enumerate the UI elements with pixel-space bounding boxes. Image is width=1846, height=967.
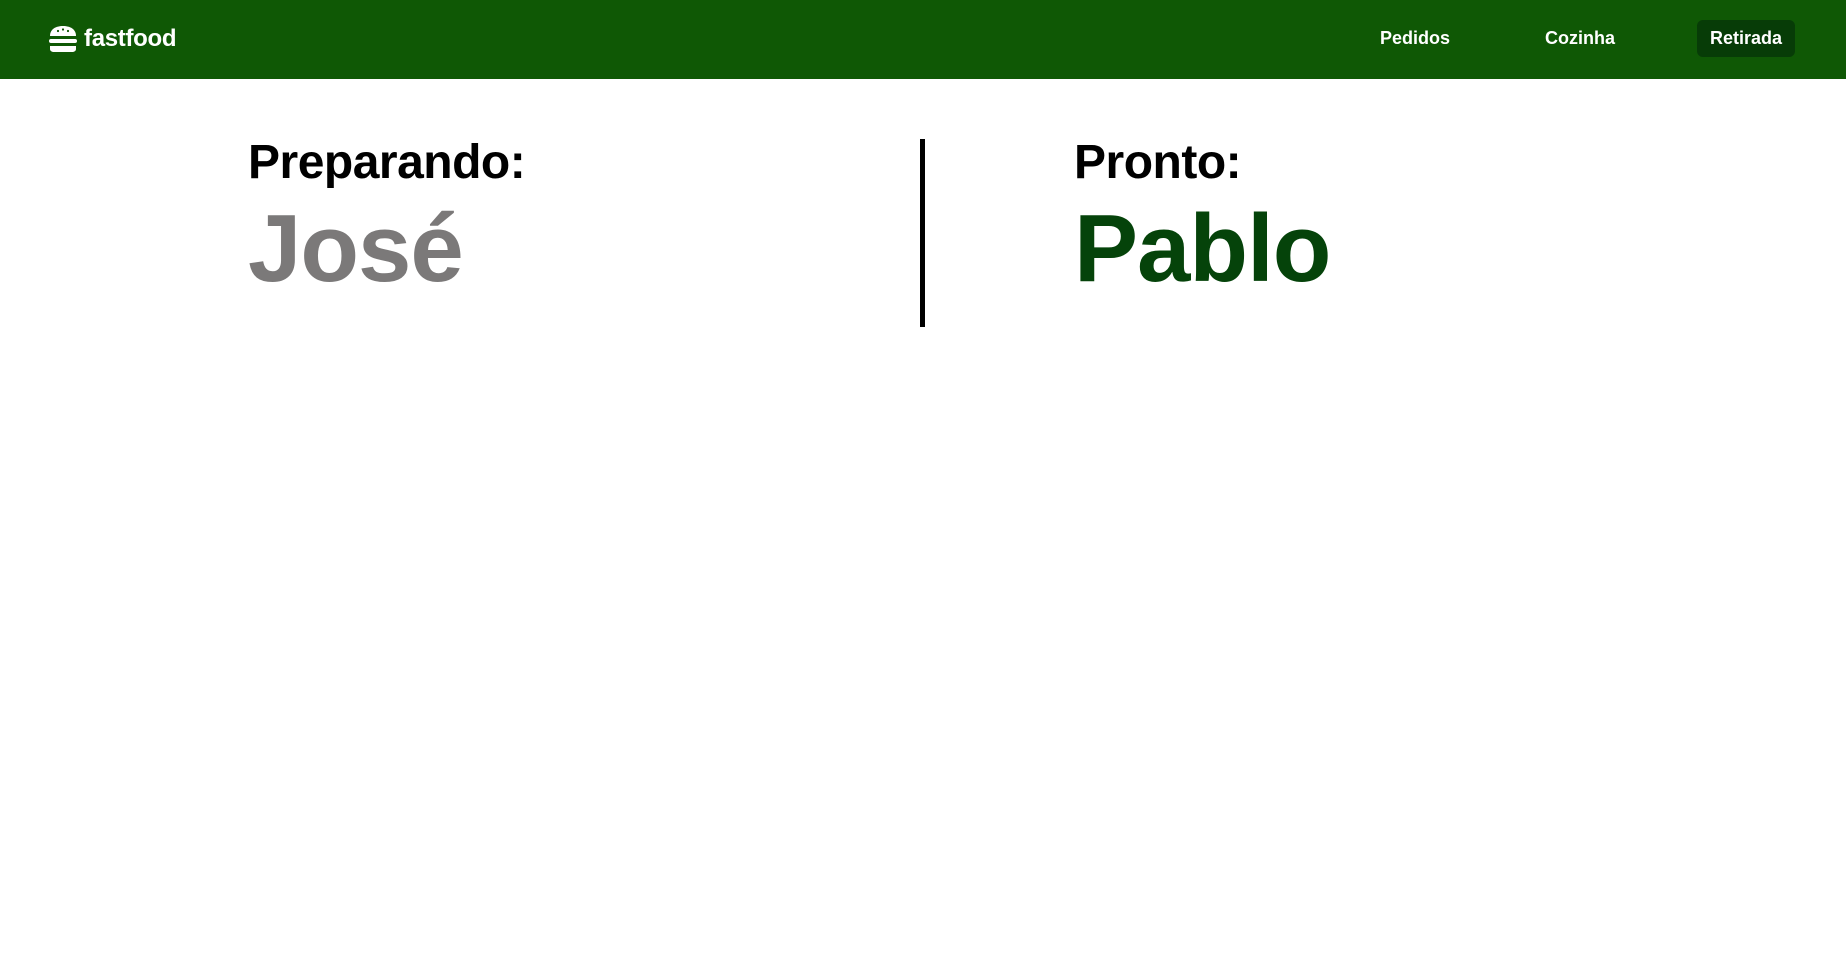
burger-icon bbox=[49, 26, 77, 52]
preparing-order-name: José bbox=[248, 195, 464, 302]
nav-link-retirada[interactable]: Retirada bbox=[1697, 20, 1795, 57]
ready-order-name: Pablo bbox=[1074, 195, 1331, 302]
ready-column: Pronto: Pablo bbox=[1074, 130, 1331, 302]
brand-link[interactable]: fastfood bbox=[48, 23, 177, 55]
ready-title: Pronto: bbox=[1074, 136, 1242, 189]
brand-name: fastfood bbox=[84, 25, 177, 52]
column-divider bbox=[920, 139, 925, 327]
nav-link-pedidos[interactable]: Pedidos bbox=[1364, 20, 1466, 57]
preparing-title: Preparando: bbox=[248, 136, 526, 189]
preparing-column: Preparando: José bbox=[248, 130, 526, 302]
top-navbar: fastfood Pedidos Cozinha Retirada bbox=[0, 0, 1846, 79]
nav-link-cozinha[interactable]: Cozinha bbox=[1529, 20, 1631, 57]
